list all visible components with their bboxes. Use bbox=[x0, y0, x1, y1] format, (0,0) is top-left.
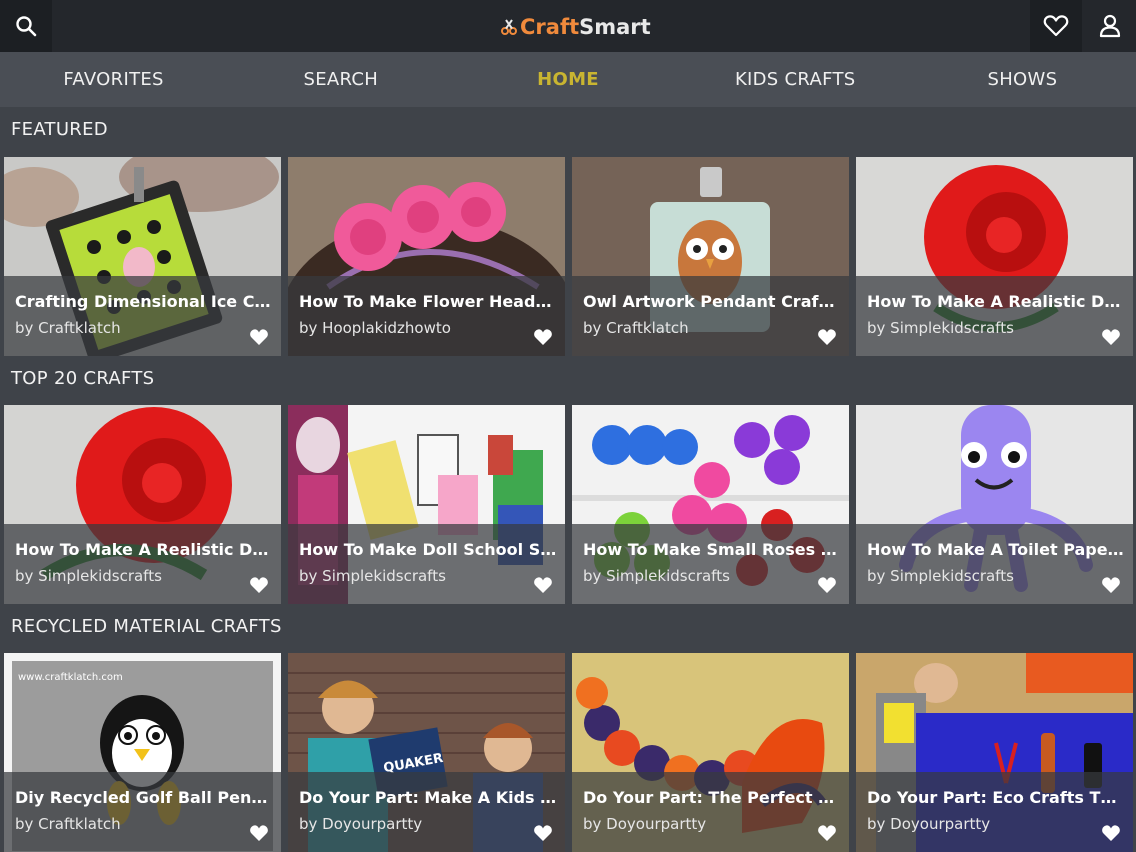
thumbnail-watermark: www.craftklatch.com bbox=[18, 672, 123, 683]
section-title-top-20-crafts: TOP 20 CRAFTS bbox=[11, 368, 155, 389]
card-author: by Craftklatch bbox=[15, 319, 121, 337]
scissors-icon bbox=[501, 19, 517, 35]
video-card[interactable]: Crafting Dimensional Ice Crea... by Craf… bbox=[4, 157, 281, 356]
card-author: by Craftklatch bbox=[583, 319, 689, 337]
heart-icon[interactable] bbox=[817, 576, 837, 594]
card-title: Crafting Dimensional Ice Crea... bbox=[15, 292, 273, 311]
favorites-button[interactable] bbox=[1030, 0, 1082, 52]
profile-button[interactable] bbox=[1084, 0, 1136, 52]
card-author: by Simplekidscrafts bbox=[867, 319, 1014, 337]
video-card[interactable]: How To Make Small Roses Wi... by Simplek… bbox=[572, 405, 849, 604]
card-author: by Doyourpartty bbox=[583, 815, 707, 833]
card-title: Diy Recycled Golf Ball Penguin bbox=[15, 788, 273, 807]
heart-icon[interactable] bbox=[249, 328, 269, 346]
card-title: Do Your Part: Eco Crafts That... bbox=[867, 788, 1125, 807]
card-author: by Simplekidscrafts bbox=[299, 567, 446, 585]
featured-row: Crafting Dimensional Ice Crea... by Craf… bbox=[4, 157, 1133, 356]
card-caption: Owl Artwork Pendant Craft T... by Craftk… bbox=[572, 276, 849, 356]
card-title: Do Your Part: The Perfect Diy... bbox=[583, 788, 841, 807]
video-card[interactable]: www.craftklatch.com Diy Recycled Golf Ba… bbox=[4, 653, 281, 852]
tab-search[interactable]: SEARCH bbox=[227, 52, 454, 107]
craftsmart-logo[interactable]: Craft Smart bbox=[500, 12, 651, 42]
card-title: How To Make Small Roses Wi... bbox=[583, 540, 841, 559]
video-card[interactable]: QUAKER Do Your Part: Make A Kids Or... b… bbox=[288, 653, 565, 852]
card-caption: How To Make A Realistic Duct... by Simpl… bbox=[4, 524, 281, 604]
logo-smart-text: Smart bbox=[579, 15, 651, 39]
logo-craft-text: Craft bbox=[520, 15, 580, 39]
card-title: How To Make Doll School Sup... bbox=[299, 540, 557, 559]
video-card[interactable]: Do Your Part: Eco Crafts That... by Doyo… bbox=[856, 653, 1133, 852]
tab-favorites[interactable]: FAVORITES bbox=[0, 52, 227, 107]
card-caption: How To Make Doll School Sup... by Simple… bbox=[288, 524, 565, 604]
video-card[interactable]: Do Your Part: The Perfect Diy... by Doyo… bbox=[572, 653, 849, 852]
section-title-featured: FEATURED bbox=[11, 119, 108, 140]
card-caption: How To Make A Realistic Duct... by Simpl… bbox=[856, 276, 1133, 356]
card-author: by Hooplakidzhowto bbox=[299, 319, 451, 337]
tab-kids-crafts[interactable]: KIDS CRAFTS bbox=[682, 52, 909, 107]
heart-icon[interactable] bbox=[817, 328, 837, 346]
card-title: Do Your Part: Make A Kids Or... bbox=[299, 788, 557, 807]
top-20-crafts-row: How To Make A Realistic Duct... by Simpl… bbox=[4, 405, 1133, 604]
video-card[interactable]: How To Make Flower Headba... by Hooplaki… bbox=[288, 157, 565, 356]
card-caption: How To Make A Toilet Paper T... by Simpl… bbox=[856, 524, 1133, 604]
card-caption: Crafting Dimensional Ice Crea... by Craf… bbox=[4, 276, 281, 356]
card-title: How To Make Flower Headba... bbox=[299, 292, 557, 311]
video-card[interactable]: Owl Artwork Pendant Craft T... by Craftk… bbox=[572, 157, 849, 356]
recycled-material-crafts-row: www.craftklatch.com Diy Recycled Golf Ba… bbox=[4, 653, 1133, 852]
tab-home[interactable]: HOME bbox=[454, 52, 681, 107]
main-nav: FAVORITES SEARCH HOME KIDS CRAFTS SHOWS bbox=[0, 52, 1136, 107]
heart-icon[interactable] bbox=[533, 576, 553, 594]
user-icon bbox=[1099, 14, 1121, 38]
heart-icon[interactable] bbox=[249, 824, 269, 842]
card-caption: Do Your Part: The Perfect Diy... by Doyo… bbox=[572, 772, 849, 852]
heart-icon[interactable] bbox=[533, 328, 553, 346]
card-title: Owl Artwork Pendant Craft T... bbox=[583, 292, 841, 311]
card-title: How To Make A Realistic Duct... bbox=[15, 540, 273, 559]
video-card[interactable]: How To Make A Realistic Duct... by Simpl… bbox=[4, 405, 281, 604]
top-bar: Craft Smart bbox=[0, 0, 1136, 52]
heart-icon[interactable] bbox=[533, 824, 553, 842]
video-card[interactable]: How To Make Doll School Sup... by Simple… bbox=[288, 405, 565, 604]
card-title: How To Make A Realistic Duct... bbox=[867, 292, 1125, 311]
heart-icon[interactable] bbox=[1101, 824, 1121, 842]
section-title-recycled-material-crafts: RECYCLED MATERIAL CRAFTS bbox=[11, 616, 282, 637]
heart-icon bbox=[1043, 15, 1069, 37]
search-button[interactable] bbox=[0, 0, 52, 52]
heart-icon[interactable] bbox=[1101, 328, 1121, 346]
heart-icon[interactable] bbox=[817, 824, 837, 842]
card-caption: How To Make Small Roses Wi... by Simplek… bbox=[572, 524, 849, 604]
card-author: by Doyourpartty bbox=[299, 815, 423, 833]
tab-shows[interactable]: SHOWS bbox=[909, 52, 1136, 107]
card-author: by Simplekidscrafts bbox=[15, 567, 162, 585]
card-caption: Do Your Part: Make A Kids Or... by Doyou… bbox=[288, 772, 565, 852]
video-card[interactable]: How To Make A Toilet Paper T... by Simpl… bbox=[856, 405, 1133, 604]
card-title: How To Make A Toilet Paper T... bbox=[867, 540, 1125, 559]
search-icon bbox=[16, 16, 37, 37]
card-caption: How To Make Flower Headba... by Hooplaki… bbox=[288, 276, 565, 356]
card-author: by Simplekidscrafts bbox=[867, 567, 1014, 585]
heart-icon[interactable] bbox=[249, 576, 269, 594]
video-card[interactable]: How To Make A Realistic Duct... by Simpl… bbox=[856, 157, 1133, 356]
card-author: by Craftklatch bbox=[15, 815, 121, 833]
heart-icon[interactable] bbox=[1101, 576, 1121, 594]
card-author: by Doyourpartty bbox=[867, 815, 991, 833]
card-caption: Do Your Part: Eco Crafts That... by Doyo… bbox=[856, 772, 1133, 852]
card-caption: Diy Recycled Golf Ball Penguin by Craftk… bbox=[4, 772, 281, 852]
card-author: by Simplekidscrafts bbox=[583, 567, 730, 585]
